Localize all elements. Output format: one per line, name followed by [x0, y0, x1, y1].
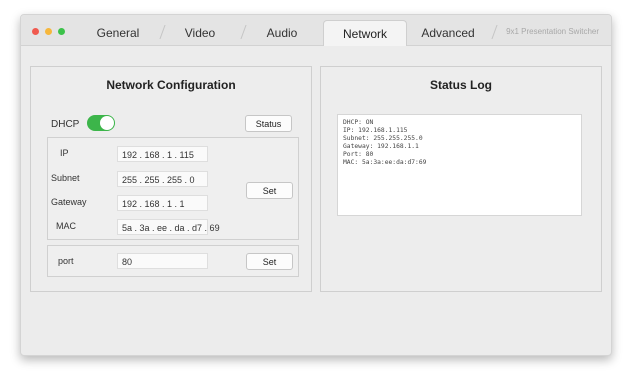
status-button[interactable]: Status — [245, 115, 292, 132]
minimize-window-icon[interactable] — [45, 28, 52, 35]
log-line: Port: 80 — [343, 151, 374, 158]
tab-separator — [240, 25, 247, 39]
log-line: IP: 192.168.1.115 — [343, 127, 408, 134]
network-set-button[interactable]: Set — [246, 182, 293, 199]
subnet-label: Subnet — [51, 173, 80, 183]
app-title: 9x1 Presentation Switcher — [506, 27, 599, 36]
port-group: port 80 Set — [47, 245, 299, 277]
network-settings-group: IP 192 . 168 . 1 . 115 Subnet 255 . 255 … — [47, 137, 299, 240]
port-label: port — [58, 256, 74, 266]
tab-separator — [491, 25, 498, 39]
gateway-field[interactable]: 192 . 168 . 1 . 1 — [117, 195, 208, 211]
dhcp-toggle-knob — [100, 116, 114, 130]
tab-general[interactable]: General — [83, 20, 153, 45]
subnet-field[interactable]: 255 . 255 . 255 . 0 — [117, 171, 208, 187]
tab-video[interactable]: Video — [169, 20, 231, 45]
status-log-title: Status Log — [430, 78, 492, 92]
network-config-panel: Network Configuration DHCP Status IP 192… — [30, 66, 312, 292]
port-set-button[interactable]: Set — [246, 253, 293, 270]
gateway-label: Gateway — [51, 197, 87, 207]
mac-field[interactable]: 5a . 3a . ee . da . d7 . 69 — [117, 219, 220, 235]
ip-label: IP — [60, 148, 69, 158]
ip-field[interactable]: 192 . 168 . 1 . 115 — [117, 146, 208, 162]
status-log-panel: Status Log DHCP: ON IP: 192.168.1.115 Su… — [320, 66, 602, 292]
log-line: MAC: 5a:3a:ee:da:d7:69 — [343, 159, 427, 166]
close-window-icon[interactable] — [32, 28, 39, 35]
app-window: General Video Audio Network Advanced 9x1… — [20, 14, 612, 356]
port-field[interactable]: 80 — [117, 253, 208, 269]
dhcp-toggle[interactable] — [87, 115, 115, 131]
log-line: Subnet: 255.255.255.0 — [343, 135, 423, 142]
tab-audio[interactable]: Audio — [251, 20, 313, 45]
network-config-title: Network Configuration — [106, 78, 236, 92]
dhcp-label: DHCP — [51, 119, 80, 130]
log-line: Gateway: 192.168.1.1 — [343, 143, 419, 150]
tab-advanced[interactable]: Advanced — [412, 20, 484, 45]
tab-network[interactable]: Network — [323, 20, 407, 46]
tab-bar: General Video Audio Network Advanced 9x1… — [21, 15, 611, 46]
tab-separator — [159, 25, 166, 39]
log-line: DHCP: ON — [343, 119, 374, 126]
mac-label: MAC — [56, 221, 76, 231]
status-log-textarea[interactable]: DHCP: ON IP: 192.168.1.115 Subnet: 255.2… — [337, 114, 582, 216]
maximize-window-icon[interactable] — [58, 28, 65, 35]
